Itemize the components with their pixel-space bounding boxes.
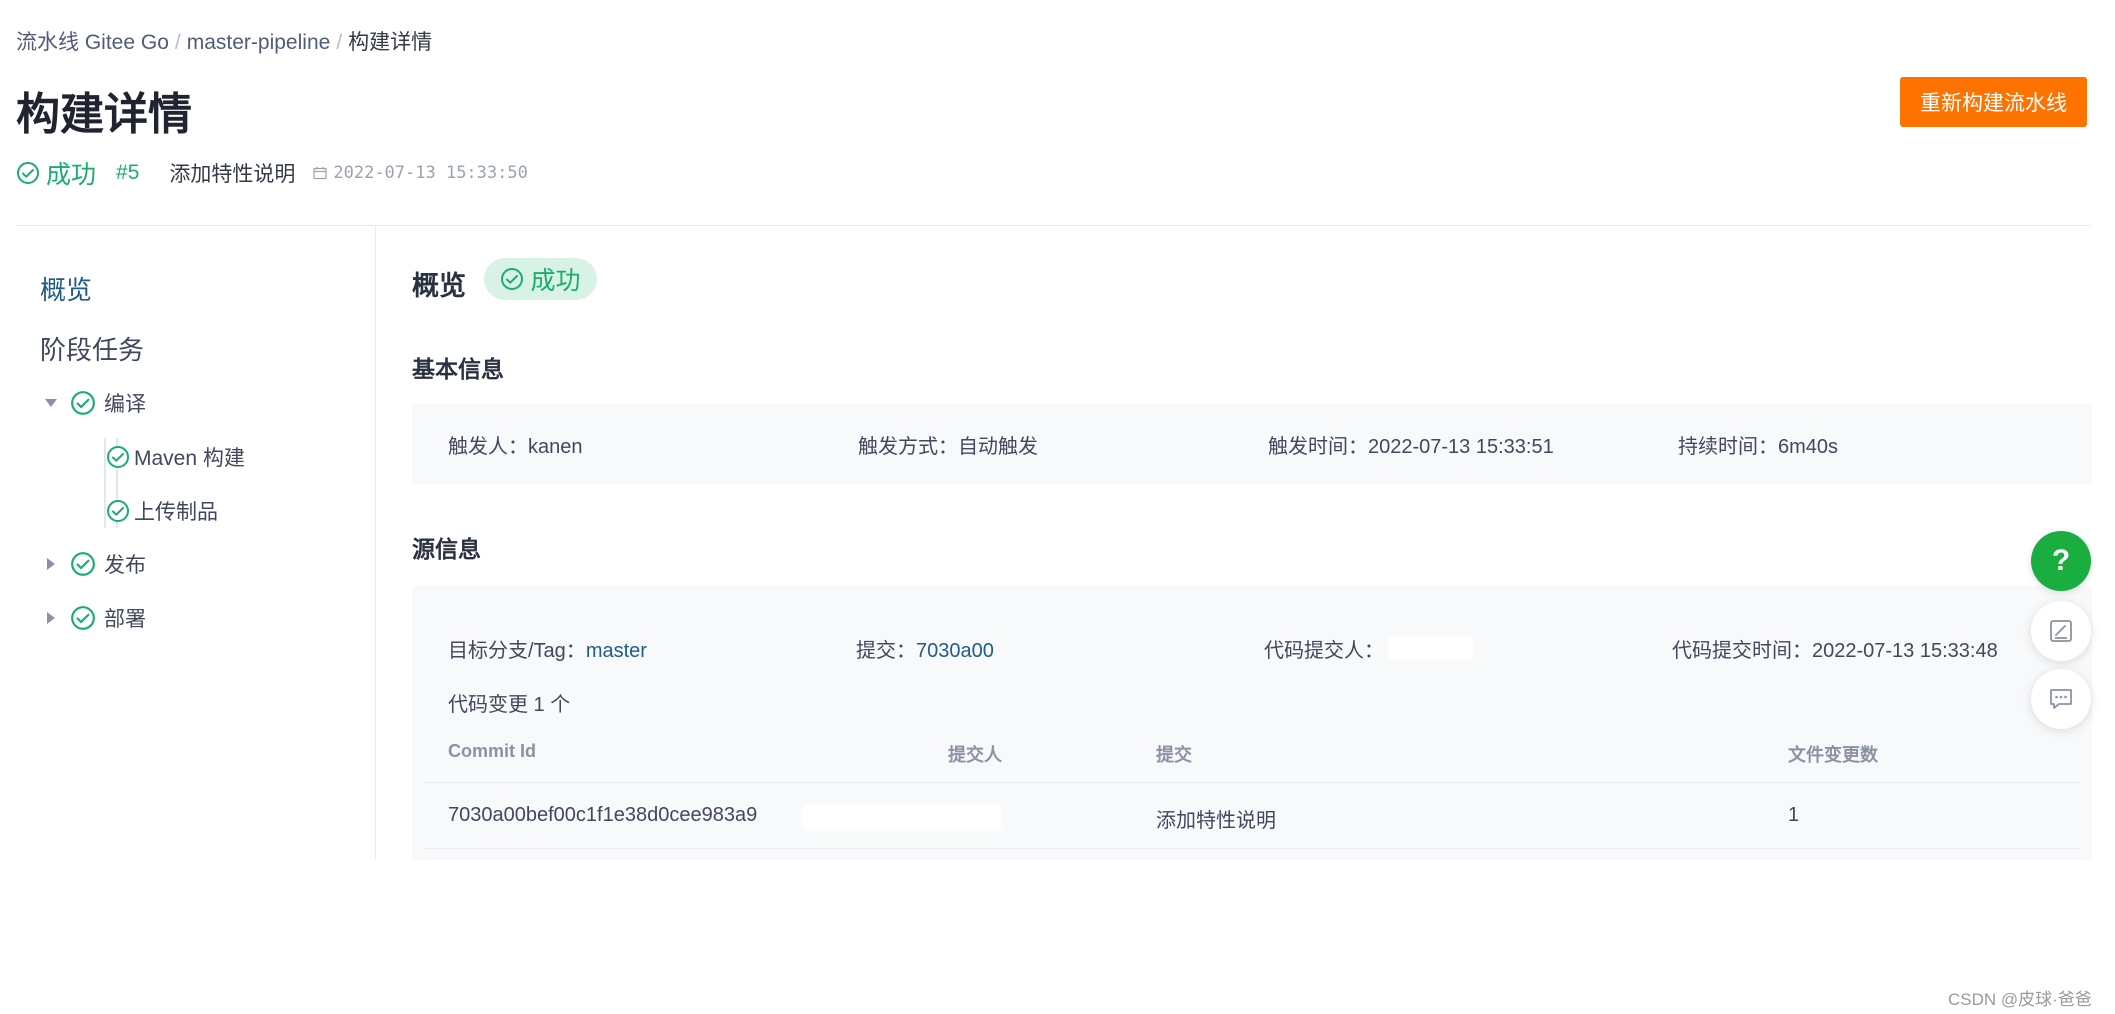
build-number: #5 <box>116 161 140 184</box>
caret-right-icon[interactable] <box>40 611 62 625</box>
check-circle-icon <box>16 161 46 185</box>
breadcrumb-separator: / <box>174 31 181 54</box>
duration: 持续时间：6m40s <box>1678 430 1838 459</box>
table-header-committer: 提交人 <box>948 745 1002 765</box>
overview-status-badge: 成功 <box>484 258 597 300</box>
trigger-time-value: 2022-07-13 15:33:51 <box>1368 436 1554 458</box>
basic-info-title: 基本信息 <box>412 356 504 382</box>
basic-info-panel: 触发人：kanen 触发方式：自动触发 触发时间：2022-07-13 15:3… <box>412 404 2092 484</box>
trigger-mode-label: 触发方式： <box>858 436 958 458</box>
job-label: Maven 构建 <box>134 447 245 470</box>
commit-message-cell: 添加特性说明 <box>1156 810 1276 832</box>
rebuild-pipeline-button[interactable]: 重新构建流水线 <box>1900 77 2087 127</box>
target-branch: 目标分支/Tag：master <box>448 634 647 663</box>
overview-status-text: 成功 <box>530 267 581 295</box>
commit: 提交：7030a00 <box>856 634 994 663</box>
trigger-user: 触发人：kanen <box>448 430 583 459</box>
stage-deploy[interactable]: 部署 <box>40 603 146 633</box>
breadcrumb: 流水线 Gitee Go / master-pipeline / 构建详情 <box>16 26 432 56</box>
table-header-commit: 提交 <box>1156 745 1192 765</box>
commit-link[interactable]: 7030a00 <box>916 640 994 662</box>
stage-label: 部署 <box>104 608 146 631</box>
sidebar-stages-heading: 阶段任务 <box>40 335 145 365</box>
chat-icon <box>2048 686 2074 712</box>
commit-time-value: 2022-07-13 15:33:48 <box>1812 640 1998 662</box>
build-commit-message: 添加特性说明 <box>169 163 296 186</box>
calendar-icon <box>313 166 333 180</box>
commit-time: 代码提交时间：2022-07-13 15:33:48 <box>1672 634 1998 663</box>
check-circle-icon <box>70 551 96 577</box>
committer: 代码提交人： <box>1264 634 1384 663</box>
table-header-commit-id: Commit Id <box>448 741 536 761</box>
trigger-mode-value: 自动触发 <box>958 436 1038 458</box>
committer-label: 代码提交人： <box>1264 640 1384 662</box>
job-label: 上传制品 <box>134 501 218 524</box>
duration-label: 持续时间： <box>1678 436 1778 458</box>
watermark: CSDN @皮球·爸爸 <box>1948 990 2092 1009</box>
commit-label: 提交： <box>856 640 916 662</box>
build-time: 2022-07-13 15:33:50 <box>313 163 528 183</box>
job-maven-build[interactable]: Maven 构建 <box>106 442 245 472</box>
job-upload-artifact[interactable]: 上传制品 <box>106 496 218 526</box>
trigger-user-value: kanen <box>528 436 583 458</box>
source-info-panel: 目标分支/Tag：master 提交：7030a00 代码提交人： 代码提交时间… <box>412 586 2092 860</box>
sidebar: 概览 阶段任务 编译 Maven 构建 上传制品 发布 部署 <box>16 226 376 860</box>
caret-right-icon[interactable] <box>40 557 62 571</box>
build-status: 成功 <box>16 155 96 191</box>
stage-label: 发布 <box>104 554 146 577</box>
feedback-button[interactable] <box>2031 601 2091 661</box>
source-info-title: 源信息 <box>412 536 481 562</box>
redacted-committer <box>1388 636 1474 660</box>
trigger-user-label: 触发人： <box>448 436 528 458</box>
page-title: 构建详情 <box>16 90 192 139</box>
table-divider <box>424 782 2080 783</box>
edit-note-icon <box>2048 618 2074 644</box>
help-button[interactable]: ? <box>2031 531 2091 591</box>
commit-id-cell[interactable]: 7030a00bef00c1f1e38d0cee983a9 <box>448 804 757 827</box>
caret-down-icon[interactable] <box>40 398 62 408</box>
overview-title: 概览 <box>412 271 466 301</box>
file-changes-cell: 1 <box>1788 804 1800 826</box>
breadcrumb-item-current: 构建详情 <box>348 31 433 54</box>
check-circle-icon <box>106 445 130 469</box>
breadcrumb-item-master-pipeline[interactable]: master-pipeline <box>187 31 331 54</box>
target-branch-label: 目标分支/Tag： <box>448 640 586 662</box>
trigger-mode: 触发方式：自动触发 <box>858 430 1038 459</box>
check-circle-icon <box>70 390 96 416</box>
check-circle-icon <box>70 605 96 631</box>
build-status-text: 成功 <box>46 161 97 189</box>
breadcrumb-separator: / <box>336 31 343 54</box>
trigger-time-label: 触发时间： <box>1268 436 1368 458</box>
trigger-time: 触发时间：2022-07-13 15:33:51 <box>1268 430 1554 459</box>
table-divider <box>424 848 2080 849</box>
build-time-text: 2022-07-13 15:33:50 <box>333 163 528 183</box>
chat-button[interactable] <box>2031 669 2091 729</box>
check-circle-icon <box>500 267 530 291</box>
table-header-file-changes: 文件变更数 <box>1788 745 1878 765</box>
stage-release[interactable]: 发布 <box>40 549 146 579</box>
question-mark-icon: ? <box>2051 544 2071 577</box>
stage-label: 编译 <box>104 393 146 416</box>
check-circle-icon <box>106 499 130 523</box>
duration-value: 6m40s <box>1778 436 1839 458</box>
stage-compile[interactable]: 编译 <box>40 388 146 418</box>
commit-time-label: 代码提交时间： <box>1672 640 1812 662</box>
sidebar-item-overview[interactable]: 概览 <box>40 270 92 307</box>
build-status-row: 成功 #5 添加特性说明 2022-07-13 15:33:50 <box>16 156 528 190</box>
code-changes-count: 代码变更 1 个 <box>448 694 571 716</box>
breadcrumb-item-pipeline[interactable]: 流水线 Gitee Go <box>16 31 169 54</box>
redacted-commit-tail <box>802 804 1002 830</box>
target-branch-link[interactable]: master <box>586 640 647 662</box>
